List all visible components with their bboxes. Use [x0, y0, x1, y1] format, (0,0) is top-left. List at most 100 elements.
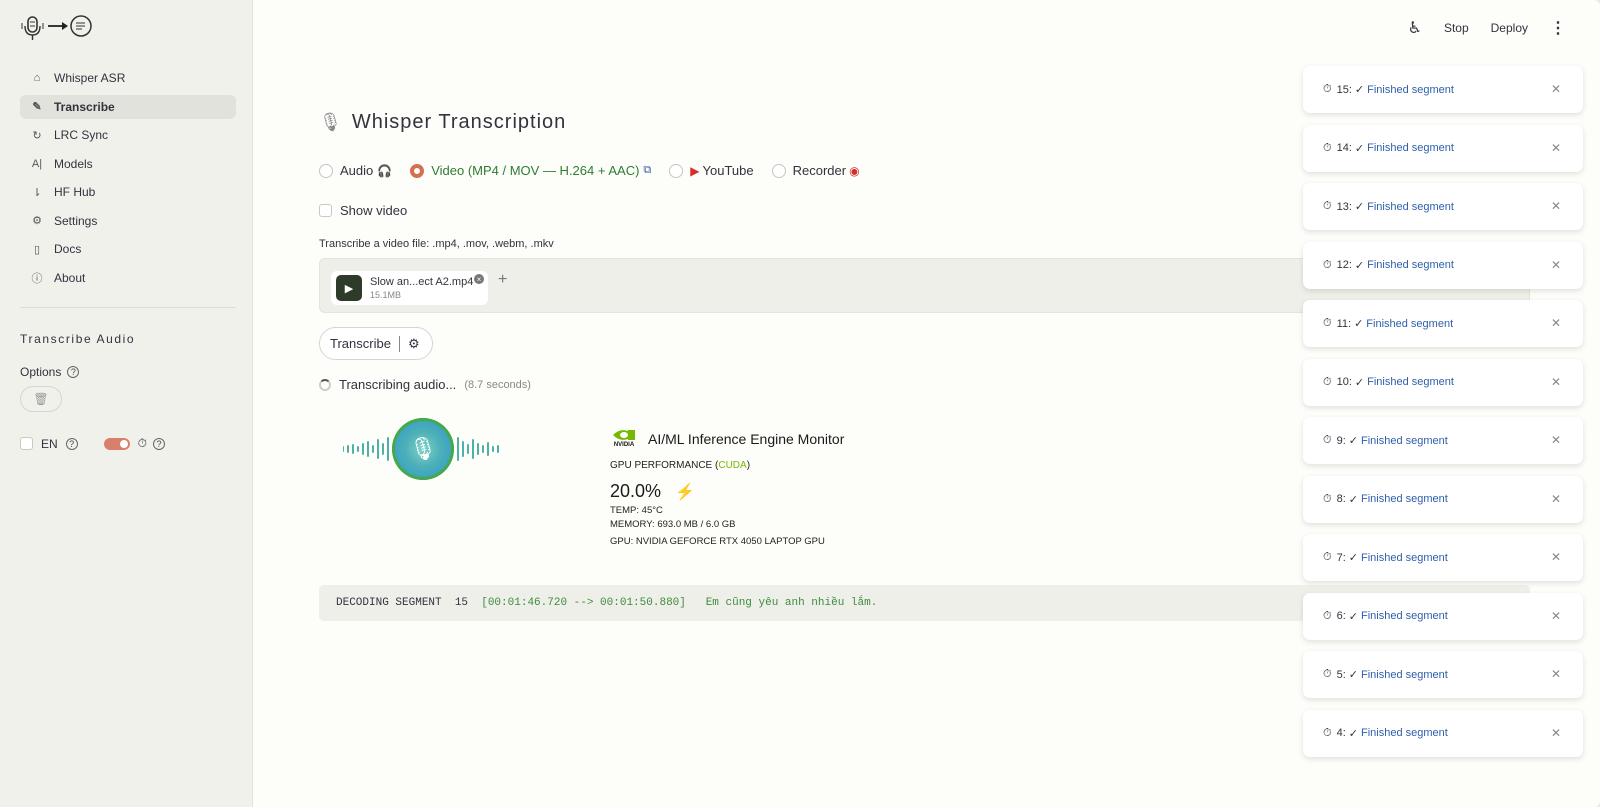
close-icon[interactable]: ✕ [1551, 199, 1561, 213]
toast-notification: ⏱ 7: ✓ Finished segment ✕ [1303, 534, 1583, 581]
toast-message: Finished segment [1361, 434, 1448, 447]
uploaded-file-chip[interactable]: ▶ Slow an...ect A2.mp4 15.1MB × [331, 271, 488, 305]
check-icon: ✓ [1348, 610, 1358, 623]
close-icon[interactable]: ✕ [1551, 667, 1561, 681]
sidebar-item-settings[interactable]: ⚙ Settings [20, 209, 236, 233]
toast-notification: ⏱ 6: ✓ Finished segment ✕ [1303, 592, 1583, 640]
toast-segment-number: 12: [1336, 259, 1352, 271]
app-logo[interactable] [20, 14, 100, 42]
sidebar-item-docs[interactable]: ▯ Docs [20, 237, 236, 261]
help-icon[interactable]: ? [65, 437, 78, 450]
clear-button[interactable]: 🗑 [20, 386, 62, 412]
toast-segment-number: 9: [1336, 434, 1346, 447]
headphones-icon: 🎧 [377, 163, 393, 178]
toast-message: Finished segment [1366, 317, 1454, 330]
document-icon: ▯ [33, 243, 41, 256]
file-hint: Transcribe a video file: .mp4, .mov, .we… [319, 238, 554, 250]
sidebar-item-label: HF Hub [54, 185, 96, 199]
toast-stack: ⏱ 15: ✓ Finished segment ✕ ⏱ 14: ✓ Finished segm… [1303, 66, 1583, 768]
gear-icon[interactable]: ⚙ [408, 336, 420, 352]
show-video-row: Show video [319, 203, 407, 218]
log-segment-number: 15 [454, 597, 469, 609]
sidebar-item-lrc-sync[interactable]: ↻ LRC Sync [20, 123, 236, 147]
sidebar-item-label: Whisper ASR [54, 71, 126, 85]
gear-icon: ⚙ [32, 215, 42, 227]
source-radio-group: Audio 🎧 Video (MP4 / MOV — H.264 + AAC) … [319, 163, 878, 178]
check-icon: ✓ [1354, 84, 1365, 96]
gpu-perf-suffix: ) [746, 460, 751, 471]
toast-segment-number: 5: [1336, 668, 1346, 681]
help-icon[interactable]: ? [67, 366, 80, 378]
file-size: 15.1MB [370, 290, 402, 300]
app-frame: ⌂ Whisper ASR ✎ Transcribe ↻ LRC Sync A|… [0, 0, 1600, 807]
file-name: Slow an...ect A2.mp4 [370, 276, 474, 288]
radio-recorder[interactable]: Recorder ◉ [771, 163, 860, 178]
close-icon[interactable]: ✕ [1551, 726, 1561, 740]
radio-youtube[interactable]: ▶ YouTube [669, 163, 754, 178]
close-icon[interactable]: ✕ [1551, 550, 1561, 564]
stopwatch-icon: ⏱ [1323, 317, 1332, 329]
add-file-icon[interactable]: + [498, 271, 507, 289]
radio-label: Video (MP4 / MOV — H.264 + AAC) [431, 163, 640, 178]
help-icon[interactable]: ? [153, 437, 166, 450]
check-icon: ✓ [1354, 376, 1365, 389]
toast-message: Finished segment [1367, 376, 1454, 388]
sidebar-item-models[interactable]: A| Models [20, 152, 236, 176]
button-separator [398, 335, 400, 352]
toast-notification: ⏱ 8: ✓ Finished segment ✕ [1303, 475, 1583, 523]
options-label: Options [20, 365, 62, 379]
close-icon[interactable]: ✕ [1551, 316, 1561, 330]
show-video-label: Show video [340, 203, 408, 218]
sidebar: ⌂ Whisper ASR ✎ Transcribe ↻ LRC Sync A|… [0, 0, 253, 807]
toast-notification: ⏱ 4: ✓ Finished segment ✕ [1303, 709, 1583, 757]
close-icon[interactable]: ✕ [1551, 82, 1561, 96]
elapsed-time: (8.7 seconds) [464, 378, 531, 391]
close-icon[interactable]: ✕ [1551, 258, 1561, 272]
stopwatch-icon: ⏱ [1323, 375, 1332, 388]
sidebar-section-heading: Transcribe Audio [20, 332, 136, 346]
close-icon[interactable]: ✕ [1551, 141, 1561, 155]
toast-segment-number: 7: [1336, 551, 1346, 564]
transcribe-label: Transcribe [330, 336, 391, 351]
home-icon: ⌂ [33, 72, 41, 84]
cuda-label: CUDA [718, 460, 747, 471]
check-icon: ✓ [1348, 493, 1358, 506]
show-video-checkbox[interactable] [319, 204, 332, 217]
more-menu-icon[interactable]: ⋮ [1550, 18, 1566, 38]
sidebar-item-label: LRC Sync [54, 128, 109, 142]
check-icon: ✓ [1348, 552, 1358, 564]
mic-to-document-logo-icon [21, 15, 92, 40]
sidebar-item-transcribe[interactable]: ✎ Transcribe [20, 94, 236, 119]
close-icon[interactable]: ✕ [1551, 433, 1561, 447]
log-text: Em cũng yêu anh nhiều lắm. [705, 597, 878, 609]
sidebar-item-about[interactable]: ⓘ About [20, 266, 236, 290]
toast-message: Finished segment [1367, 142, 1454, 154]
record-icon: ◉ [849, 163, 860, 178]
toast-segment-number: 14: [1336, 142, 1352, 154]
stopwatch-icon: ⏱ [1323, 668, 1332, 680]
remove-file-icon[interactable]: × [474, 274, 484, 284]
gpu-name: GPU: NVIDIA GEFORCE RTX 4050 LAPTOP GPU [610, 536, 825, 547]
sidebar-divider [20, 307, 236, 308]
sidebar-item-label: About [54, 270, 86, 285]
radio-video[interactable]: Video (MP4 / MOV — H.264 + AAC) ⧉ [410, 163, 651, 178]
close-icon[interactable]: ✕ [1551, 375, 1561, 389]
close-icon[interactable]: ✕ [1551, 492, 1561, 506]
toast-notification: ⏱ 14: ✓ Finished segment ✕ [1303, 124, 1583, 172]
sidebar-item-whisper-asr[interactable]: ⌂ Whisper ASR [20, 66, 236, 90]
toast-message: Finished segment [1361, 551, 1448, 564]
timestamp-toggle[interactable] [103, 437, 130, 450]
sidebar-item-hf-hub[interactable]: ⇂ HF Hub [20, 180, 236, 204]
close-icon[interactable]: ✕ [1551, 609, 1561, 623]
status-text: Transcribing audio... [339, 377, 457, 392]
nvidia-eye-icon [613, 430, 635, 440]
toast-segment-number: 6: [1336, 610, 1346, 622]
gpu-performance-label: GPU PERFORMANCE (CUDA) [610, 460, 910, 471]
toast-message: Finished segment [1361, 668, 1448, 681]
toast-segment-number: 8: [1336, 493, 1346, 505]
check-icon: ✓ [1354, 142, 1365, 155]
gpu-memory: MEMORY: 693.0 MB / 6.0 GB [610, 519, 736, 530]
radio-audio[interactable]: Audio 🎧 [319, 163, 392, 178]
english-checkbox[interactable] [20, 437, 33, 450]
transcribe-button[interactable]: Transcribe ⚙ [319, 327, 433, 360]
